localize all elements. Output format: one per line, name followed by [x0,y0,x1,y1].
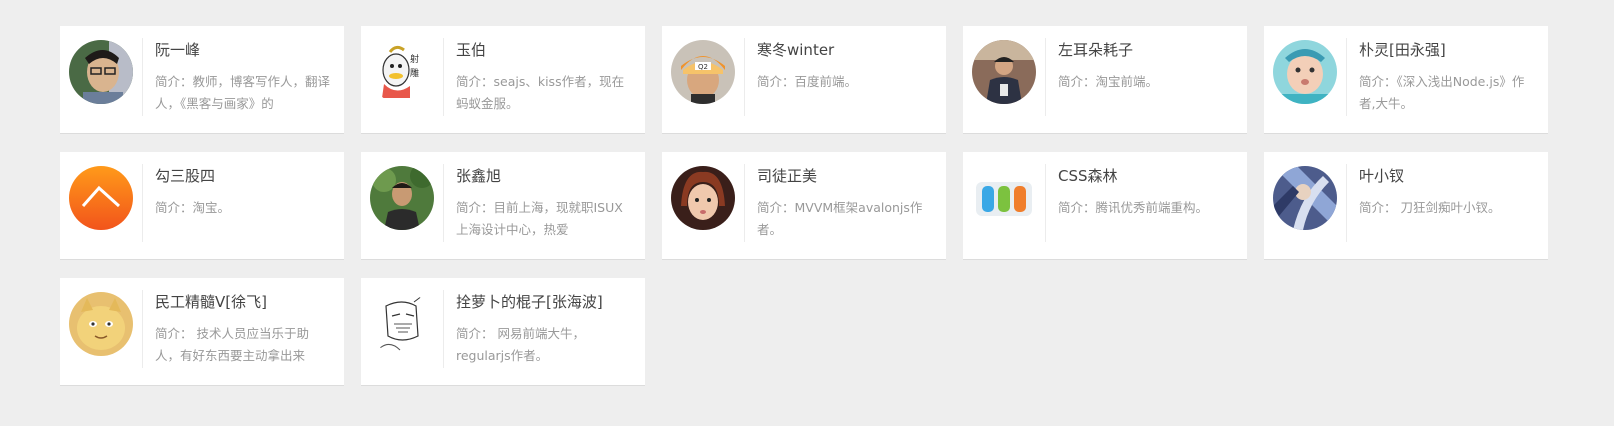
author-bio: 简介：腾讯优秀前端重构。 [1058,200,1209,215]
author-bio: 简介：淘宝。 [155,200,231,215]
author-bio: 简介：MVVM框架avalonjs作者。 [757,200,923,237]
author-name[interactable]: 勾三股四 [155,165,215,186]
author-bio: 简介：百度前端。 [757,74,858,89]
divider [744,164,745,242]
divider [744,38,745,116]
divider [142,290,143,368]
author-bio: 简介：目前上海，现就职ISUX上海设计中心，热爱 [456,200,623,237]
author-bio: 简介：seajs、kiss作者，现在蚂蚁金服。 [456,74,625,111]
divider [1045,38,1046,116]
author-card[interactable]: Q2 寒冬winter 简介：百度前端。 [662,26,946,134]
orange-logo-avatar [69,166,133,230]
artwork-avatar [1273,166,1337,230]
divider [142,164,143,242]
author-name[interactable]: 朴灵[田永强] [1359,39,1446,60]
author-name[interactable]: 张鑫旭 [456,165,501,186]
author-card[interactable]: 民工精髓V[徐飞] 简介： 技术人员应当乐于助人，有好东西要主动拿出来 [60,278,344,386]
author-bio: 简介： 网易前端大牛，regularjs作者。 [456,326,585,363]
photo-avatar [671,166,735,230]
author-card[interactable]: 拴萝卜的棍子[张海波] 简介： 网易前端大牛，regularjs作者。 [361,278,645,386]
divider [443,290,444,368]
svg-text:雕: 雕 [410,67,419,79]
svg-text:射: 射 [410,53,419,65]
author-bio: 简介： 刀狂剑痴叶小钗。 [1359,200,1501,215]
sketch-avatar [370,292,434,356]
author-card[interactable]: 阮一峰 简介：教师，博客写作人，翻译人，《黑客与画家》的 [60,26,344,134]
divider [443,164,444,242]
author-name[interactable]: 司徒正美 [757,165,817,186]
author-card[interactable]: CSS森林 简介：腾讯优秀前端重构。 [963,152,1247,260]
author-card[interactable]: 司徒正美 简介：MVVM框架avalonjs作者。 [662,152,946,260]
author-bio: 简介： 技术人员应当乐于助人，有好东西要主动拿出来 [155,326,309,363]
css-forest-logo-avatar [972,166,1036,230]
author-card[interactable]: 叶小钗 简介： 刀狂剑痴叶小钗。 [1264,152,1548,260]
divider [142,38,143,116]
author-name[interactable]: 拴萝卜的棍子[张海波] [456,291,603,312]
author-card[interactable]: 射雕 玉伯 简介：seajs、kiss作者，现在蚂蚁金服。 [361,26,645,134]
author-card[interactable]: 勾三股四 简介：淘宝。 [60,152,344,260]
photo-avatar [972,40,1036,104]
photo-avatar [69,40,133,104]
author-name[interactable]: CSS森林 [1058,165,1118,186]
divider [1045,164,1046,242]
author-bio: 简介：淘宝前端。 [1058,74,1159,89]
author-name[interactable]: 左耳朵耗子 [1058,39,1133,60]
author-name[interactable]: 玉伯 [456,39,486,60]
author-name[interactable]: 阮一峰 [155,39,200,60]
divider [1346,164,1347,242]
author-bio: 简介：教师，博客写作人，翻译人，《黑客与画家》的 [155,74,331,111]
author-name[interactable]: 叶小钗 [1359,165,1404,186]
photo-avatar [370,166,434,230]
author-bio: 简介：《深入浅出Node.js》作者,大牛。 [1359,74,1525,111]
cartoon-duck-avatar: 射雕 [370,40,434,104]
author-name[interactable]: 民工精髓V[徐飞] [155,291,267,312]
author-card[interactable]: 张鑫旭 简介：目前上海，现就职ISUX上海设计中心，热爱 [361,152,645,260]
cartoon-cat-avatar [69,292,133,356]
author-name[interactable]: 寒冬winter [757,39,834,60]
divider [1346,38,1347,116]
baby-photo-avatar [1273,40,1337,104]
photo-avatar: Q2 [671,40,735,104]
author-card[interactable]: 左耳朵耗子 简介：淘宝前端。 [963,26,1247,134]
svg-text:Q2: Q2 [698,63,708,71]
author-card[interactable]: 朴灵[田永强] 简介：《深入浅出Node.js》作者,大牛。 [1264,26,1548,134]
divider [443,38,444,116]
